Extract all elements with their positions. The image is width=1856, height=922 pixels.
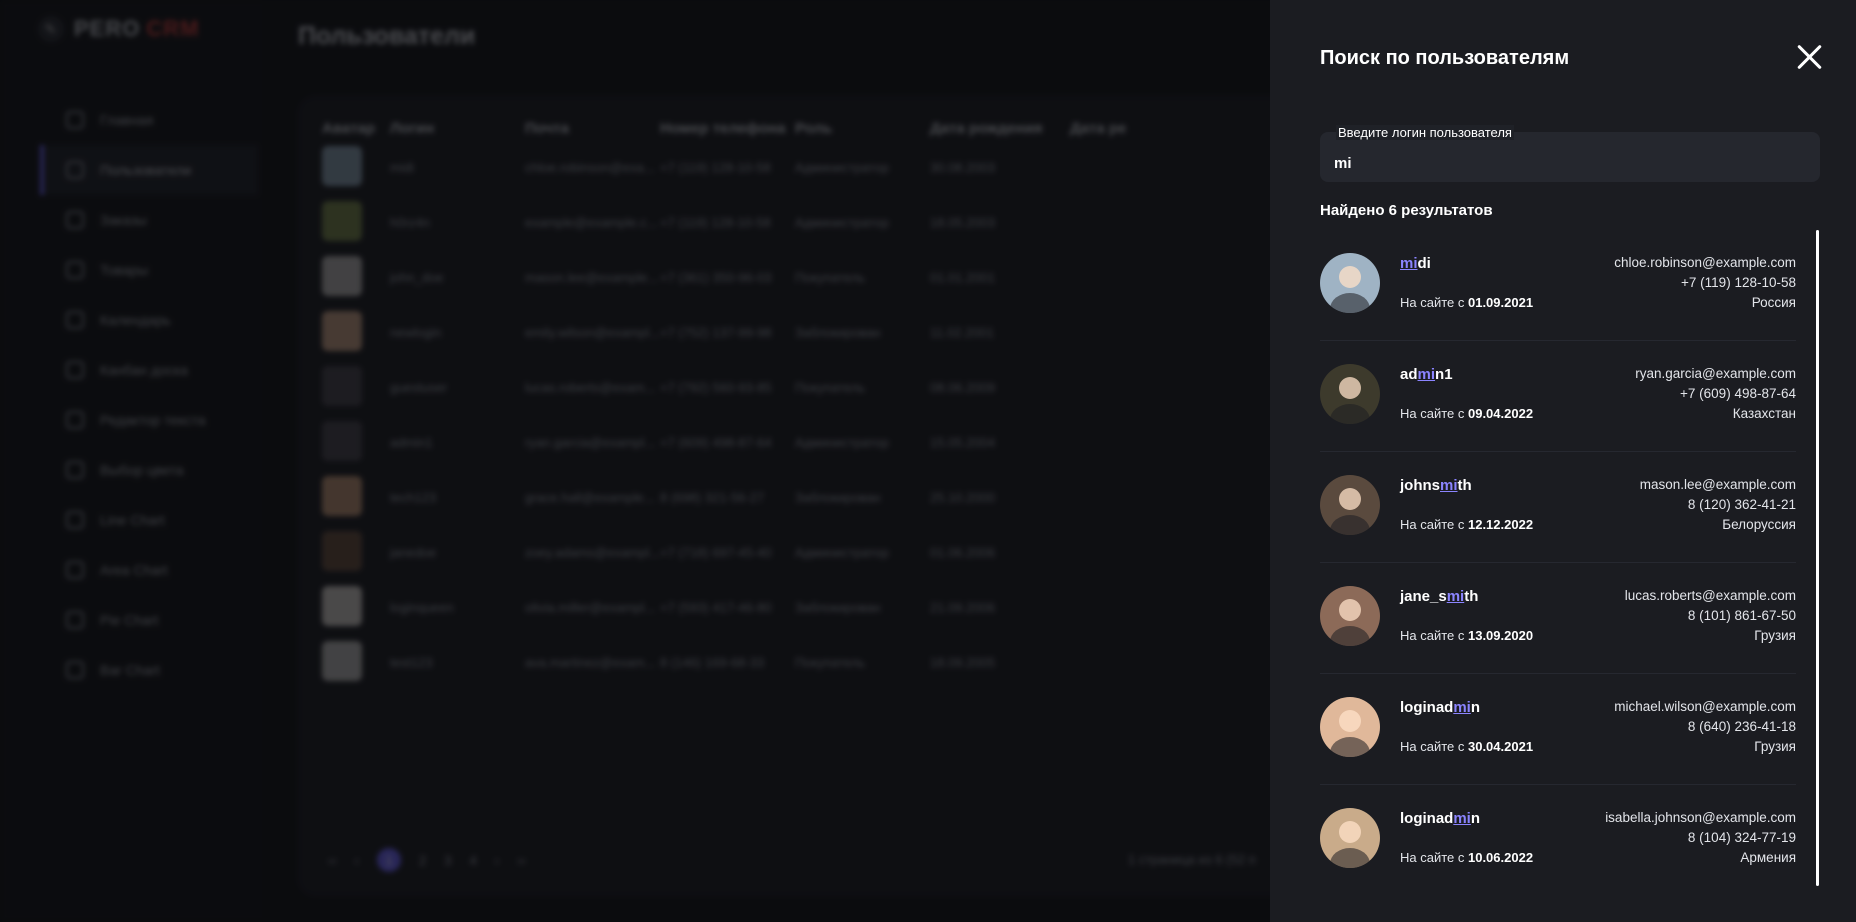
member-since-date: 01.09.2021 (1467, 295, 1534, 310)
member-since-label: На сайте с (1400, 406, 1468, 421)
result-contacts: michael.wilson@example.com 8 (640) 236-4… (1614, 697, 1796, 757)
member-since: На сайте с 12.12.2022 (1400, 517, 1533, 532)
login-prefix: johns (1400, 477, 1440, 494)
close-icon[interactable] (1796, 43, 1824, 71)
result-email: michael.wilson@example.com (1614, 699, 1796, 714)
result-phone: 8 (120) 362-41-21 (1687, 497, 1796, 512)
result-country: Армения (1740, 850, 1796, 865)
user-avatar (1320, 475, 1380, 535)
result-phone: 8 (101) 861-67-50 (1687, 608, 1796, 623)
search-field: Введите логин пользователя (1320, 125, 1820, 182)
result-email: mason.lee@example.com (1639, 477, 1796, 492)
login-prefix: jane_s (1400, 588, 1447, 605)
login-match-highlight: mi (1417, 366, 1436, 383)
member-since: На сайте с 01.09.2021 (1400, 295, 1533, 310)
result-email: chloe.robinson@example.com (1614, 255, 1796, 270)
login-match-highlight: mi (1446, 588, 1465, 605)
member-since: На сайте с 09.04.2022 (1400, 406, 1533, 421)
member-since-date: 30.04.2021 (1467, 739, 1534, 754)
member-since: На сайте с 13.09.2020 (1400, 628, 1533, 643)
result-contacts: chloe.robinson@example.com +7 (119) 128-… (1614, 253, 1796, 313)
member-since: На сайте с 10.06.2022 (1400, 850, 1533, 865)
result-email: lucas.roberts@example.com (1624, 588, 1796, 603)
result-item[interactable]: admin1 На сайте с 09.04.2022 ryan.garcia… (1320, 341, 1796, 452)
result-login[interactable]: midi (1400, 255, 1431, 272)
member-since-label: На сайте с (1400, 295, 1468, 310)
login-suffix: th (1464, 588, 1479, 605)
result-contacts: isabella.johnson@example.com 8 (104) 324… (1605, 808, 1796, 868)
result-country: Россия (1751, 295, 1796, 310)
result-login[interactable]: johnsmith (1400, 477, 1472, 494)
login-match-highlight: mi (1440, 477, 1458, 494)
result-phone: +7 (609) 498-87-64 (1680, 386, 1796, 401)
member-since-date: 09.04.2022 (1467, 406, 1534, 421)
result-login[interactable]: admin1 (1400, 366, 1453, 383)
result-item[interactable]: loginadmin На сайте с 10.06.2022 isabell… (1320, 785, 1796, 896)
login-match-highlight: mi (1453, 699, 1471, 716)
login-suffix: n (1470, 699, 1481, 716)
user-avatar (1320, 364, 1380, 424)
login-prefix: loginad (1400, 810, 1454, 827)
results-count: Найдено 6 результатов (1320, 202, 1493, 219)
login-suffix: th (1457, 477, 1472, 494)
login-prefix: ad (1400, 366, 1418, 383)
search-panel: Поиск по пользователям Введите логин пол… (1270, 0, 1856, 922)
result-login[interactable]: jane_smith (1400, 588, 1478, 605)
result-item[interactable]: jane_smith На сайте с 13.09.2020 lucas.r… (1320, 563, 1796, 674)
search-input[interactable] (1334, 150, 1804, 176)
user-avatar (1320, 586, 1380, 646)
login-suffix: di (1417, 255, 1431, 272)
result-country: Белоруссия (1722, 517, 1796, 532)
result-phone: +7 (119) 128-10-58 (1681, 275, 1796, 290)
login-suffix: n1 (1435, 366, 1453, 383)
member-since-date: 12.12.2022 (1467, 517, 1534, 532)
result-country: Грузия (1754, 739, 1796, 754)
result-email: ryan.garcia@example.com (1635, 366, 1796, 381)
result-login[interactable]: loginadmin (1400, 699, 1480, 716)
search-field-label: Введите логин пользователя (1336, 125, 1514, 140)
result-contacts: mason.lee@example.com 8 (120) 362-41-21 … (1640, 475, 1796, 535)
result-contacts: ryan.garcia@example.com +7 (609) 498-87-… (1635, 364, 1796, 424)
login-match-highlight: mi (1400, 255, 1418, 272)
result-country: Казахстан (1732, 406, 1796, 421)
panel-title: Поиск по пользователям (1320, 47, 1570, 69)
login-match-highlight: mi (1453, 810, 1471, 827)
result-email: isabella.johnson@example.com (1605, 810, 1796, 825)
result-contacts: lucas.roberts@example.com 8 (101) 861-67… (1625, 586, 1796, 646)
user-avatar (1320, 808, 1380, 868)
user-avatar (1320, 697, 1380, 757)
member-since-date: 13.09.2020 (1467, 628, 1534, 643)
result-item[interactable]: johnsmith На сайте с 12.12.2022 mason.le… (1320, 452, 1796, 563)
results-list: midi На сайте с 01.09.2021 chloe.robinso… (1320, 230, 1796, 896)
member-since-label: На сайте с (1400, 628, 1468, 643)
user-avatar (1320, 253, 1380, 313)
result-login[interactable]: loginadmin (1400, 810, 1480, 827)
member-since-date: 10.06.2022 (1467, 850, 1534, 865)
result-country: Грузия (1754, 628, 1796, 643)
member-since-label: На сайте с (1400, 739, 1468, 754)
result-phone: 8 (104) 324-77-19 (1687, 830, 1796, 845)
result-item[interactable]: loginadmin На сайте с 30.04.2021 michael… (1320, 674, 1796, 785)
member-since: На сайте с 30.04.2021 (1400, 739, 1533, 754)
login-suffix: n (1470, 810, 1481, 827)
result-item[interactable]: midi На сайте с 01.09.2021 chloe.robinso… (1320, 230, 1796, 341)
result-phone: 8 (640) 236-41-18 (1687, 719, 1796, 734)
results-scrollbar[interactable] (1816, 230, 1819, 886)
login-prefix: loginad (1400, 699, 1454, 716)
member-since-label: На сайте с (1400, 517, 1468, 532)
member-since-label: На сайте с (1400, 850, 1468, 865)
